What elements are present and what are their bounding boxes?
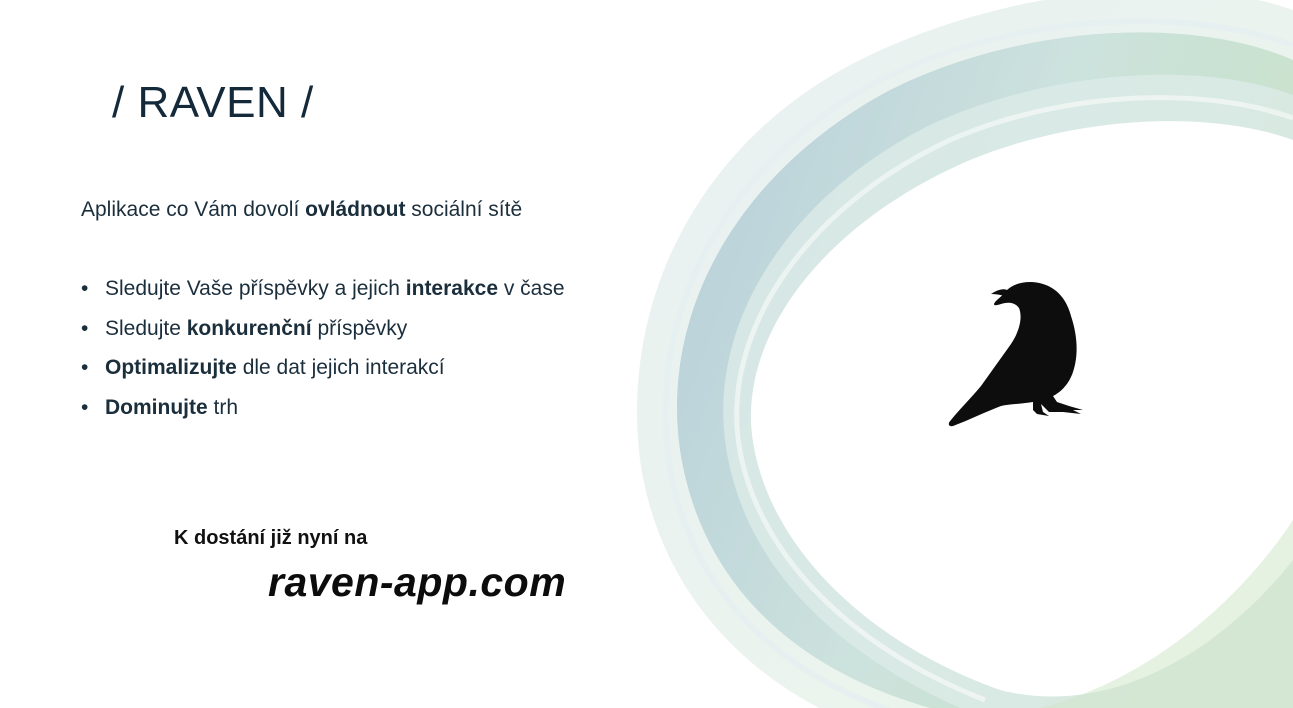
raven-icon: [948, 282, 1083, 427]
bullet-icon: •: [81, 356, 89, 379]
list-item-emphasis: Optimalizujte: [105, 356, 237, 379]
tagline-text-end: sociální sítě: [405, 198, 523, 221]
tagline: Aplikace co Vám dovolí ovládnout sociáln…: [81, 198, 522, 222]
list-item-emphasis: Dominujte: [105, 395, 208, 419]
bullet-icon: •: [81, 395, 89, 419]
list-item: • Sledujte Vaše příspěvky a jejich intera…: [81, 276, 565, 316]
bullet-icon: •: [81, 316, 89, 340]
page-title: / RAVEN /: [112, 78, 314, 127]
slide: / RAVEN / Aplikace co Vám dovolí ovládno…: [0, 0, 1293, 708]
list-item: • Optimalizujte dle dat jejich interakcí: [81, 355, 565, 395]
bullet-icon: •: [81, 277, 89, 300]
list-item-text-end: trh: [207, 395, 239, 419]
list-item-text-end: v čase: [498, 277, 565, 300]
cta-label: K dostání již nyní na: [174, 527, 368, 549]
list-item-text: Sledujte Vaše příspěvky a jejich: [105, 277, 406, 300]
list-item-text-end: dle dat jejich interakcí: [236, 356, 445, 379]
tagline-text: Aplikace co Vám dovolí: [81, 198, 306, 221]
list-item-emphasis: interakce: [405, 277, 499, 300]
tagline-emphasis: ovládnout: [305, 198, 406, 221]
list-item-text-end: příspěvky: [311, 316, 408, 340]
list-item-emphasis: konkurenční: [186, 316, 312, 340]
list-item: • Dominujte trh: [81, 395, 565, 435]
website-link[interactable]: raven-app.com: [268, 559, 566, 606]
list-item-text: Sledujte: [105, 316, 187, 340]
list-item: • Sledujte konkurenční příspěvky: [81, 316, 565, 356]
feature-list: • Sledujte Vaše příspěvky a jejich intera…: [81, 276, 565, 434]
